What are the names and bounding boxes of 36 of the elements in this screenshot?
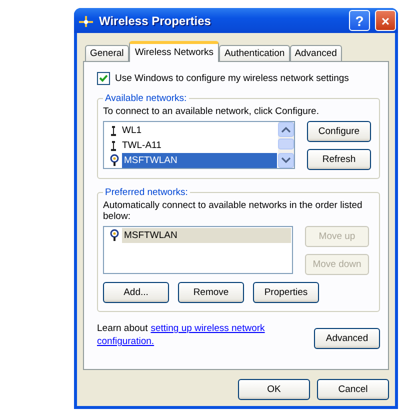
antenna-icon <box>109 140 118 152</box>
list-action-button[interactable]: Properties <box>253 282 319 303</box>
tab[interactable]: Advanced <box>290 45 342 61</box>
access-point-icon <box>109 154 120 167</box>
dialog-button[interactable]: OK <box>238 379 310 400</box>
network-button[interactable]: Configure <box>307 121 371 142</box>
tab[interactable]: General <box>85 45 129 61</box>
network-item[interactable]: MSFTWLAN <box>122 228 291 243</box>
help-text: Learn about <box>97 322 148 335</box>
checkbox[interactable] <box>97 72 110 85</box>
network-list[interactable]: MSFTWLAN <box>103 226 293 274</box>
scrollbar-icon[interactable] <box>278 122 294 168</box>
antenna-icon <box>109 124 118 136</box>
access-point-icon <box>109 229 120 242</box>
network-button[interactable]: Refresh <box>307 149 371 170</box>
antenna-icon <box>78 14 94 28</box>
instruction-text: Automatically connect to available networks in the order listed below: <box>103 200 362 222</box>
network-item[interactable]: TWL-A11 <box>120 138 164 153</box>
network-item[interactable]: MSFTWLAN <box>122 153 277 168</box>
help-link[interactable]: configuration. <box>97 335 154 348</box>
window-title: Wireless Properties <box>99 14 212 28</box>
help-link[interactable]: setting up wireless network <box>150 322 265 335</box>
group-title: Available networks: <box>104 93 188 104</box>
instruction-text: To connect to an available network, click Configure. <box>103 106 319 117</box>
help-button[interactable]: ? <box>349 10 370 31</box>
advanced-button[interactable]: Advanced <box>314 328 380 349</box>
group-title: Preferred networks: <box>104 187 189 198</box>
network-list[interactable]: WL1 TWL-A11 MSFTWLAN <box>103 121 295 169</box>
dialog-button[interactable]: Cancel <box>317 379 389 400</box>
checkbox-label: Use Windows to configure my wireless network settings <box>115 73 349 84</box>
tab[interactable]: Authentication <box>219 45 290 61</box>
list-action-button[interactable]: Remove <box>178 282 244 303</box>
close-button[interactable]: × <box>375 10 396 31</box>
list-action-button[interactable]: Add... <box>103 282 169 303</box>
tab[interactable]: Wireless Networks <box>128 41 220 62</box>
network-item[interactable]: WL1 <box>120 123 144 138</box>
